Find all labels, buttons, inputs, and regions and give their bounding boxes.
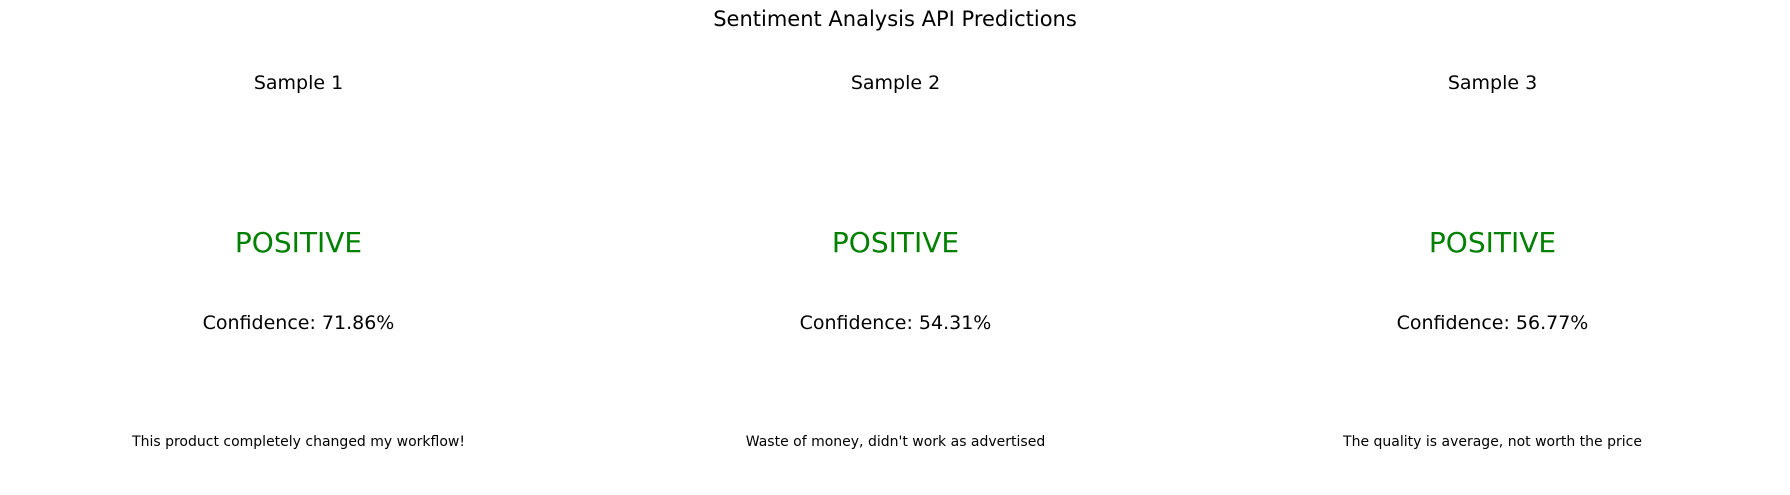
sample-text: The quality is average, not worth the pr… <box>1343 434 1642 450</box>
confidence-value: 71.86% <box>321 312 395 334</box>
confidence-prefix: Confidence: <box>799 312 919 334</box>
confidence-value: 54.31% <box>918 312 992 334</box>
confidence-value: 56.77% <box>1515 312 1589 334</box>
sample-title: Sample 3 <box>1447 72 1538 94</box>
confidence-prefix: Confidence: <box>1396 312 1516 334</box>
sample-text: This product completely changed my workf… <box>132 434 465 450</box>
sample-title: Sample 1 <box>253 72 344 94</box>
sentiment-label: POSITIVE <box>831 226 960 259</box>
sample-text: Waste of money, didn't work as advertise… <box>745 434 1046 450</box>
sample-title: Sample 2 <box>850 72 941 94</box>
confidence-readout: Confidence: 56.77% <box>1194 311 1790 336</box>
sample-panel-1: Sample 1 POSITIVE Confidence: 71.86% Thi… <box>0 0 597 495</box>
sentiment-label: POSITIVE <box>1428 226 1557 259</box>
confidence-readout: Confidence: 54.31% <box>597 311 1194 336</box>
sentiment-label: POSITIVE <box>234 226 363 259</box>
sample-panel-3: Sample 3 POSITIVE Confidence: 56.77% The… <box>1194 0 1790 495</box>
confidence-prefix: Confidence: <box>202 312 322 334</box>
confidence-readout: Confidence: 71.86% <box>0 311 597 336</box>
sample-panel-2: Sample 2 POSITIVE Confidence: 54.31% Was… <box>597 0 1194 495</box>
